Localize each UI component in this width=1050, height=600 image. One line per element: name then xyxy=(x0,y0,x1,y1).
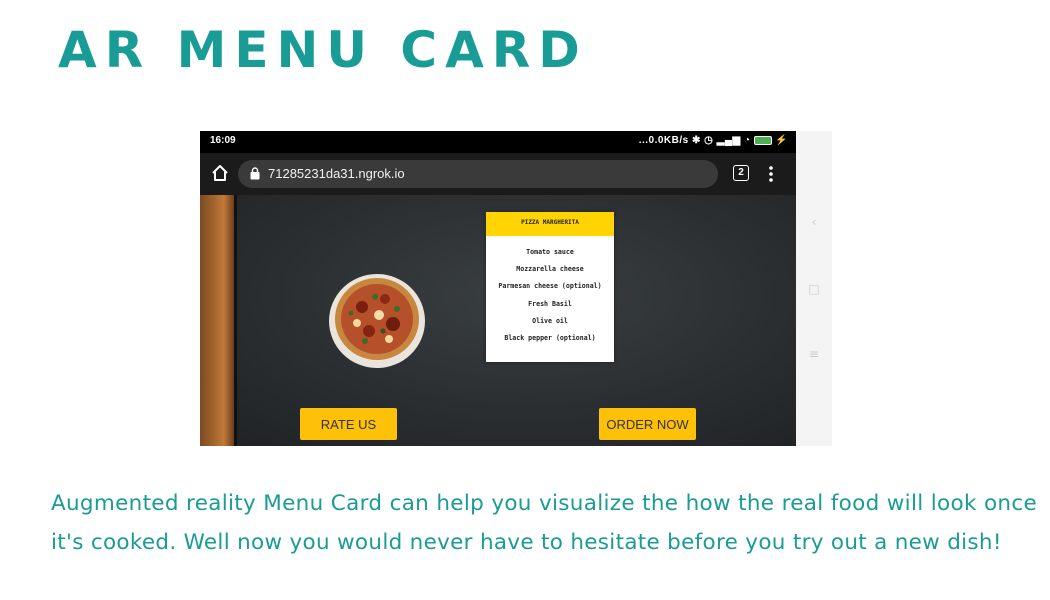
recipe-title: PIZZA MARGHERITA xyxy=(486,212,614,236)
home-icon[interactable] xyxy=(210,163,230,183)
ingredient-item: Parmesan cheese (optional) xyxy=(498,282,602,291)
home-square-icon[interactable]: □ xyxy=(796,282,832,296)
page-description: Augmented reality Menu Card can help you… xyxy=(51,491,1037,555)
order-now-button[interactable]: ORDER NOW xyxy=(599,408,696,440)
ingredient-item: Olive oil xyxy=(532,316,568,325)
page-title: AR MENU CARD xyxy=(58,21,588,79)
signal-icon: ▂▄▆ xyxy=(716,135,741,146)
ingredient-item: Fresh Basil xyxy=(528,299,572,308)
status-bar: 16:09 ...0.0KB/s ✱ ◷ ▂▄▆ ◔ ⚡ xyxy=(200,131,796,153)
battery-icon xyxy=(753,135,772,145)
status-indicators: ...0.0KB/s ✱ ◷ ▂▄▆ ◔ ⚡ xyxy=(639,135,788,146)
ingredient-list: Tomato sauce Mozzarella cheese Parmesan … xyxy=(486,246,614,349)
rate-us-button[interactable]: RATE US xyxy=(300,408,397,440)
address-bar[interactable]: 71285231da31.ngrok.io xyxy=(238,160,718,188)
bluetooth-icon: ✱ xyxy=(692,135,701,146)
browser-toolbar: 71285231da31.ngrok.io 2 xyxy=(200,153,796,195)
wifi-icon: ◔ xyxy=(743,135,751,146)
android-nav-bar: ‹ □ ≡ xyxy=(796,131,832,446)
network-speed: ...0.0KB/s xyxy=(638,135,689,146)
ar-app-screenshot: 16:09 ...0.0KB/s ✱ ◷ ▂▄▆ ◔ ⚡ 71285231da3… xyxy=(200,131,796,446)
url-text: 71285231da31.ngrok.io xyxy=(268,166,405,181)
status-time: 16:09 xyxy=(210,135,236,146)
ingredient-item: Mozzarella cheese xyxy=(516,265,584,274)
tabs-icon[interactable]: 2 xyxy=(733,165,749,181)
charging-icon: ⚡ xyxy=(775,135,788,146)
menu-dots-icon[interactable] xyxy=(768,165,774,183)
ingredient-item: Tomato sauce xyxy=(526,248,574,256)
shelf-edge xyxy=(234,195,237,446)
pizza-3d-model xyxy=(329,274,425,368)
back-icon[interactable]: ‹ xyxy=(796,215,832,229)
wooden-shelf xyxy=(200,195,234,446)
lock-icon xyxy=(250,167,260,180)
ar-recipe-card: PIZZA MARGHERITA Tomato sauce Mozzarella… xyxy=(486,212,614,362)
menu-icon[interactable]: ≡ xyxy=(796,347,832,361)
ingredient-item: Black pepper (optional) xyxy=(504,333,596,342)
alarm-icon: ◷ xyxy=(704,135,714,146)
